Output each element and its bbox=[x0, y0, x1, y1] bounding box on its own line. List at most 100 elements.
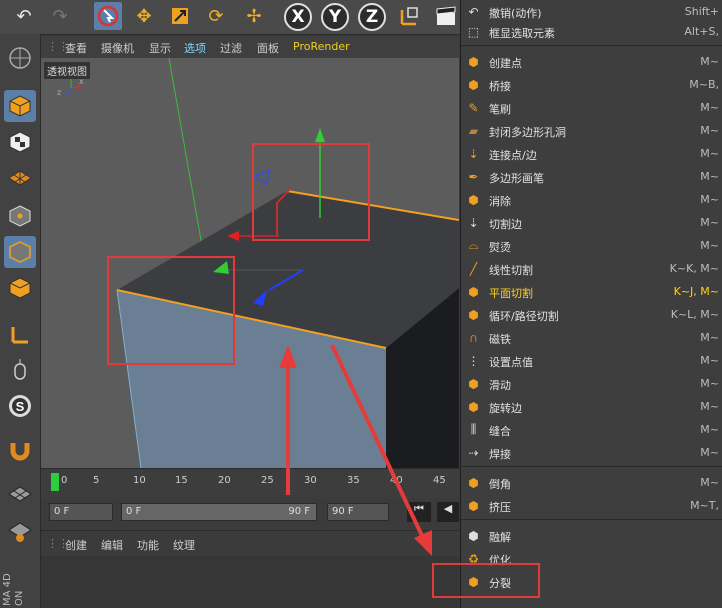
undo-action-icon: ↶ bbox=[468, 4, 479, 19]
tick-label: 20 bbox=[218, 475, 231, 486]
menu-item-bevel[interactable]: ⬢ 倒角 M~ bbox=[461, 471, 722, 494]
redo-icon[interactable]: ↷ bbox=[46, 2, 74, 30]
grid-floor-icon[interactable] bbox=[4, 478, 36, 510]
stitch-icon: ⫼ bbox=[470, 422, 477, 436]
menu-item-plane-cut[interactable]: ⬢ 平面切割 K~J, M~ bbox=[461, 280, 722, 303]
menu-item-spin-edge[interactable]: ⬢ 旋转边 M~ bbox=[461, 395, 722, 418]
playhead[interactable] bbox=[51, 473, 59, 491]
menu-camera[interactable]: 摄像机 bbox=[101, 40, 134, 56]
y-axis-lock-icon[interactable]: Y bbox=[321, 3, 349, 31]
frame-selected-icon: ⬚ bbox=[467, 24, 480, 39]
plane-cut-icon: ⬢ bbox=[468, 284, 479, 299]
menu-texture[interactable]: 纹理 bbox=[173, 537, 195, 553]
viewport-menubar: ⋮⋮ 查看 摄像机 显示 选项 过滤 面板 ProRender bbox=[41, 36, 460, 58]
menu-item-magnet[interactable]: ∩ 磁铁 M~ bbox=[461, 326, 722, 349]
cut-edges-icon: ⇣ bbox=[468, 215, 479, 230]
render-clapper-icon[interactable] bbox=[432, 2, 460, 30]
transform-icon[interactable]: ✢ bbox=[240, 2, 268, 30]
menu-item-loop-cut[interactable]: ⬢ 循环/路径切割 K~L, M~ bbox=[461, 303, 722, 326]
tick-label: 0 bbox=[61, 475, 68, 486]
workplane-grid-icon[interactable] bbox=[4, 514, 36, 546]
edges-mode-icon[interactable] bbox=[4, 236, 36, 268]
bevel-icon: ⬢ bbox=[468, 475, 479, 490]
scale-icon[interactable] bbox=[166, 2, 194, 30]
material-area bbox=[41, 556, 459, 608]
menu-item-slide[interactable]: ⬢ 滑动 M~ bbox=[461, 372, 722, 395]
highlight-box-left-edge bbox=[107, 256, 235, 365]
texture-mode-icon[interactable] bbox=[4, 126, 36, 158]
polygon-pen-icon: ✒ bbox=[468, 169, 479, 184]
preview-range-slider[interactable]: 0 F 90 F bbox=[121, 503, 317, 521]
menu-item-extrude[interactable]: ⬢ 挤压 M~T, bbox=[461, 494, 722, 517]
menu-item-stitch[interactable]: ⫼ 缝合 M~ bbox=[461, 418, 722, 441]
menu-view[interactable]: 查看 bbox=[65, 40, 87, 56]
material-manager-menubar: ⋮⋮ 创建 编辑 功能 纹理 bbox=[41, 530, 459, 557]
line-cut-icon: ╱ bbox=[469, 261, 478, 276]
menu-item-polygon-pen[interactable]: ✒ 多边形画笔 M~ bbox=[461, 165, 722, 188]
points-mode-icon[interactable] bbox=[4, 200, 36, 232]
menu-create[interactable]: 创建 bbox=[65, 537, 87, 553]
coordinate-system-icon[interactable] bbox=[396, 2, 424, 30]
end-frame-field[interactable]: 90 F bbox=[327, 503, 389, 521]
menu-panel[interactable]: 面板 bbox=[257, 40, 279, 56]
scene-canvas: z x bbox=[41, 58, 459, 468]
prev-key-icon[interactable]: ◀ bbox=[437, 502, 459, 522]
menu-item-connect[interactable]: ⇣ 连接点/边 M~ bbox=[461, 142, 722, 165]
menu-display[interactable]: 显示 bbox=[149, 40, 171, 56]
set-point-icon: ⋮ bbox=[467, 353, 480, 368]
menu-item-iron[interactable]: ⌓ 熨烫 M~ bbox=[461, 234, 722, 257]
move-icon[interactable]: ✥ bbox=[130, 2, 158, 30]
menu-item-create-point[interactable]: ⬢ 创建点 M~ bbox=[461, 50, 722, 73]
highlight-box-top-edge bbox=[252, 143, 370, 241]
menu-item-line-cut[interactable]: ╱ 线性切割 K~K, M~ bbox=[461, 257, 722, 280]
menu-item-weld[interactable]: ⇢ 焊接 M~ bbox=[461, 441, 722, 464]
tick-label: 30 bbox=[304, 475, 317, 486]
menu-item-bridge[interactable]: ⬢ 桥接 M~B, bbox=[461, 73, 722, 96]
tweak-mode-icon[interactable] bbox=[4, 354, 36, 386]
range-start-value: 0 F bbox=[126, 506, 142, 517]
main-toolbar: ↶ ↷ ✥ ⟳ ✢ X Y Z bbox=[0, 0, 460, 35]
melt-icon: ⬢ bbox=[468, 528, 479, 543]
loop-cut-icon: ⬢ bbox=[468, 307, 479, 322]
menu-item-cut-edges[interactable]: ⇣ 切割边 M~ bbox=[461, 211, 722, 234]
model-mode-icon[interactable] bbox=[4, 90, 36, 122]
current-frame-field[interactable]: 0 F bbox=[49, 503, 113, 521]
menu-item-frame-selected[interactable]: ⬚ 框显选取元素 Alt+S, bbox=[461, 20, 722, 43]
menu-item-set-point[interactable]: ⋮ 设置点值 M~ bbox=[461, 349, 722, 372]
z-axis-lock-icon[interactable]: Z bbox=[358, 3, 386, 31]
polygons-mode-icon[interactable] bbox=[4, 272, 36, 304]
menu-options[interactable]: 选项 bbox=[184, 40, 206, 56]
tick-label: 45 bbox=[433, 475, 446, 486]
rotate-icon[interactable]: ⟳ bbox=[202, 2, 230, 30]
magnet-snap-icon[interactable] bbox=[4, 434, 36, 466]
workplane-icon[interactable] bbox=[4, 162, 36, 194]
menu-item-close-hole[interactable]: ▰ 封闭多边形孔洞 M~ bbox=[461, 119, 722, 142]
snap-icon[interactable]: S bbox=[4, 390, 36, 422]
timeline-ruler[interactable]: 0 5 10 15 20 25 30 35 40 45 bbox=[41, 468, 459, 499]
menu-filter[interactable]: 过滤 bbox=[220, 40, 242, 56]
menu-prorender[interactable]: ProRender bbox=[293, 40, 350, 53]
close-hole-icon: ▰ bbox=[468, 123, 479, 138]
perspective-viewport[interactable]: z x 透视视图 bbox=[41, 58, 459, 468]
brand-text: MA 4D bbox=[2, 573, 13, 606]
make-editable-icon[interactable] bbox=[4, 42, 36, 74]
tick-label: 35 bbox=[347, 475, 360, 486]
dissolve-icon: ⬢ bbox=[468, 192, 479, 207]
menu-function[interactable]: 功能 bbox=[137, 537, 159, 553]
menu-item-dissolve[interactable]: ⬢ 消除 M~ bbox=[461, 188, 722, 211]
live-selection-icon[interactable] bbox=[94, 2, 122, 30]
x-axis-lock-icon[interactable]: X bbox=[284, 3, 312, 31]
undo-icon[interactable]: ↶ bbox=[10, 2, 38, 30]
menu-item-melt[interactable]: ⬢ 融解 bbox=[461, 524, 722, 547]
menu-item-brush[interactable]: ✎ 笔刷 M~ bbox=[461, 96, 722, 119]
brush-icon: ✎ bbox=[468, 100, 479, 115]
menu-edit[interactable]: 编辑 bbox=[101, 537, 123, 553]
go-to-start-icon[interactable]: ⏮ bbox=[407, 502, 431, 522]
cinema4d-logo: MA 4D ON bbox=[0, 560, 40, 608]
weld-icon: ⇢ bbox=[468, 445, 479, 460]
frame-range-bar: 0 F 0 F 90 F 90 F ⏮ ◀ bbox=[41, 498, 459, 528]
range-end-value: 90 F bbox=[288, 506, 310, 517]
axis-mode-icon[interactable] bbox=[4, 318, 36, 350]
tick-label: 40 bbox=[390, 475, 403, 486]
connect-icon: ⇣ bbox=[468, 146, 479, 161]
